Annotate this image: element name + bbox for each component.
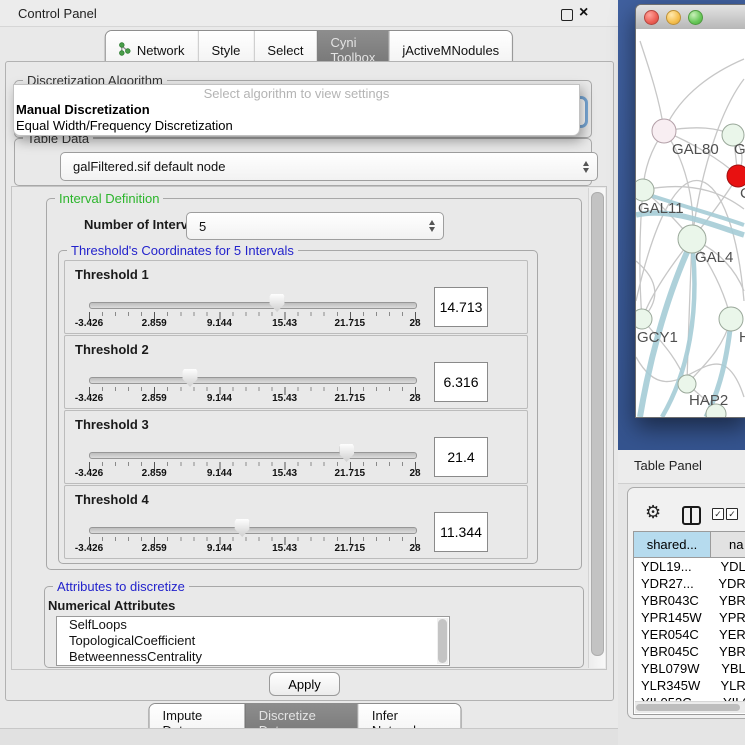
close-icon[interactable]: × (579, 4, 588, 22)
thresholds-group-label: Threshold's Coordinates for 5 Intervals (67, 243, 298, 258)
network-node[interactable] (636, 179, 654, 201)
threshold-2-value-field[interactable]: 6.316 (434, 362, 488, 402)
dropdown-placeholder: Select algorithm to view settings (14, 86, 579, 102)
slider-thumb[interactable] (183, 369, 198, 387)
threshold-4-panel: Threshold 4 -3.426 2.859 9.144 15.43 21.… (64, 485, 528, 559)
vertical-scrollbar-thumb[interactable] (591, 192, 604, 656)
network-view-window: GAL80 G C GAL11 GAL4 GCY1 H HAP2 (635, 4, 745, 418)
network-window-titlebar[interactable] (636, 5, 745, 30)
slider-thumb[interactable] (235, 519, 250, 537)
network-canvas[interactable]: GAL80 G C GAL11 GAL4 GCY1 H HAP2 (636, 29, 745, 417)
checkbox-icon[interactable]: ✓ (726, 508, 738, 520)
attributes-group-label: Attributes to discretize (53, 579, 189, 594)
numerical-attributes-label: Numerical Attributes (48, 598, 175, 613)
horizontal-scrollbar[interactable] (635, 701, 745, 713)
interval-definition-label: Interval Definition (55, 191, 163, 206)
node-label: G (734, 141, 745, 158)
list-item[interactable]: TopologicalCoefficient (57, 633, 449, 649)
table-panel-title: Table Panel (634, 458, 702, 473)
network-node[interactable] (678, 375, 696, 393)
network-node-selected[interactable] (727, 165, 745, 187)
dropdown-option-equal-width[interactable]: Equal Width/Frequency Discretization (14, 118, 579, 134)
apply-button[interactable]: Apply (269, 672, 340, 696)
control-panel-window: Control Panel × Network Style Se (0, 0, 619, 745)
slider-thumb[interactable] (339, 444, 354, 462)
stepper-icon (583, 161, 589, 173)
threshold-1-panel: Threshold 1 -3.426 2.859 9.144 15.43 21.… (64, 260, 528, 334)
slider-track[interactable] (89, 452, 417, 459)
gear-icon[interactable]: ⚙ (645, 502, 661, 523)
node-label: GAL80 (672, 141, 719, 158)
minimize-traffic-light-icon[interactable] (666, 10, 681, 25)
node-attribute-table: shared... na YDL19...YDL1 YDR27...YDR2 Y… (633, 531, 745, 715)
screen: Control Panel × Network Style Se (0, 0, 745, 745)
close-traffic-light-icon[interactable] (644, 10, 659, 25)
table-row[interactable]: YBR043CYBR0 (634, 592, 745, 609)
threshold-2-slider[interactable]: -3.426 2.859 9.144 15.43 21.715 28 (89, 336, 415, 408)
control-panel-titlebar: Control Panel × (0, 0, 618, 27)
network-node[interactable] (719, 307, 743, 331)
slider-track[interactable] (89, 302, 417, 309)
panel-title: Control Panel (18, 6, 97, 21)
horizontal-scrollbar-thumb[interactable] (636, 704, 740, 711)
table-data-combobox[interactable]: galFiltered.sif default node (60, 152, 598, 181)
threshold-1-value-field[interactable]: 14.713 (434, 287, 488, 327)
threshold-3-slider[interactable]: -3.426 2.859 9.144 15.43 21.715 28 (89, 411, 415, 483)
table-row[interactable]: YER054CYER0 (634, 626, 745, 643)
table-row[interactable]: YDL19...YDL1 (634, 558, 745, 575)
window-bottom-strip (0, 728, 618, 745)
slider-track[interactable] (89, 527, 417, 534)
number-of-intervals-spinner[interactable]: 5 (186, 212, 444, 240)
table-rows: YDL19...YDL1 YDR27...YDR2 YBR043CYBR0 YP… (634, 558, 745, 703)
list-item[interactable]: SelfLoops (57, 617, 449, 633)
node-label: GAL4 (695, 249, 733, 266)
table-row[interactable]: YDR27...YDR2 (634, 575, 745, 592)
node-label: GAL11 (638, 200, 684, 217)
list-scrollbar[interactable] (437, 618, 448, 664)
network-node[interactable] (652, 119, 676, 143)
tab-label: Network (137, 43, 185, 58)
list-item[interactable]: BetweennessCentrality (57, 649, 449, 665)
stepper-icon (429, 220, 435, 232)
attributes-list[interactable]: SelfLoops TopologicalCoefficient Between… (56, 616, 450, 666)
float-window-icon[interactable] (561, 9, 573, 21)
network-graph: GAL80 G C GAL11 GAL4 GCY1 H HAP2 (636, 29, 745, 417)
network-icon (119, 42, 131, 59)
slider-track[interactable] (89, 377, 417, 384)
table-data-value: galFiltered.sif default node (73, 159, 225, 174)
node-label: C (740, 185, 745, 202)
threshold-1-slider[interactable]: -3.426 2.859 9.144 15.43 21.715 28 (89, 261, 415, 333)
dropdown-option-manual[interactable]: Manual Discretization (14, 102, 579, 118)
table-row[interactable]: YLR345WYLR3 (634, 677, 745, 694)
checkbox-icon[interactable]: ✓ (712, 508, 724, 520)
slider-thumb[interactable] (270, 294, 285, 312)
table-row[interactable]: YBR045CYBR0 (634, 643, 745, 660)
table-header-row: shared... na (634, 532, 745, 558)
threshold-3-panel: Threshold 3 -3.426 2.859 9.144 15.43 21.… (64, 410, 528, 484)
threshold-4-slider[interactable]: -3.426 2.859 9.144 15.43 21.715 28 (89, 486, 415, 558)
network-node[interactable] (636, 309, 652, 329)
vertical-scrollbar[interactable] (588, 188, 605, 668)
threshold-4-value-field[interactable]: 11.344 (434, 512, 488, 552)
table-row[interactable]: YPR145WYPR1 (634, 609, 745, 626)
algorithm-dropdown-popup: Select algorithm to view settings Manual… (13, 84, 580, 136)
column-header-name[interactable]: na (711, 532, 745, 557)
threshold-3-value-field[interactable]: 21.4 (434, 437, 488, 477)
threshold-2-panel: Threshold 2 -3.426 2.859 9.144 15.43 21.… (64, 335, 528, 409)
zoom-traffic-light-icon[interactable] (688, 10, 703, 25)
number-of-intervals-value: 5 (199, 219, 206, 234)
node-label: HAP2 (689, 392, 728, 409)
column-layout-icon[interactable] (682, 506, 701, 525)
column-header-shared-name[interactable]: shared... (634, 532, 711, 557)
node-label: H (739, 329, 745, 346)
table-row[interactable]: YBL079WYBL0 (634, 660, 745, 677)
node-label: GCY1 (637, 329, 678, 346)
